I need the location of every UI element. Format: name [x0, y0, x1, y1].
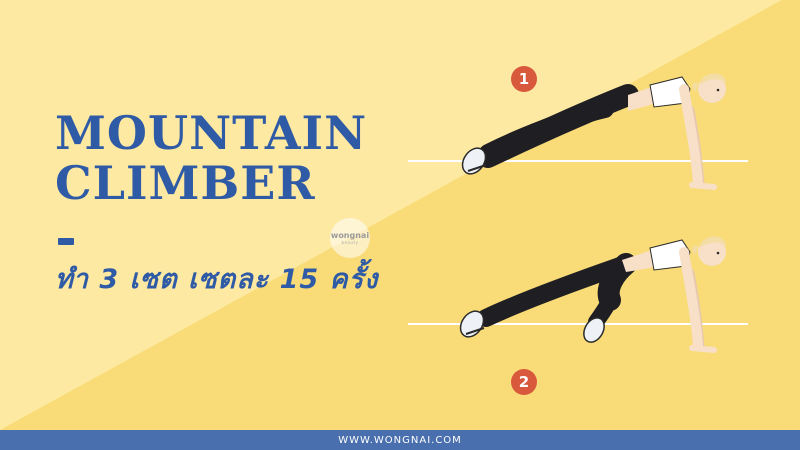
subtitle-reps: ทำ 3 เซต เซตละ 15 ครั้ง — [55, 264, 379, 295]
footer-url[interactable]: WWW.WONGNAI.COM — [338, 435, 462, 446]
step-badge-2: 2 — [511, 369, 537, 395]
wongnai-watermark: wongnai beauty — [330, 218, 370, 258]
watermark-logo-text: wongnai — [330, 231, 370, 240]
watermark-tagline: beauty — [341, 240, 359, 245]
exercise-figure-knee-drive — [408, 236, 748, 353]
title-dash — [58, 238, 74, 245]
title-line-1: MOUNTAIN — [55, 106, 368, 160]
exercise-figure-plank — [408, 73, 748, 190]
footer-bar: WWW.WONGNAI.COM — [0, 430, 800, 450]
title-line-2: CLIMBER — [55, 156, 316, 210]
